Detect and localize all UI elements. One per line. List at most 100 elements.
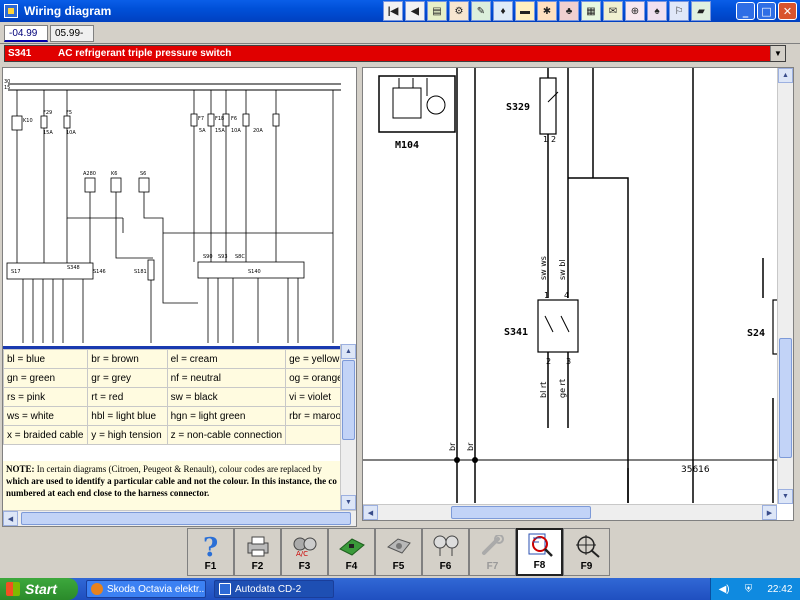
version-tab-2[interactable]: 05.99- xyxy=(50,25,94,42)
f9-pointer-button[interactable]: F9 xyxy=(563,528,610,576)
rail-15-label: 15 xyxy=(4,85,10,91)
print-icon xyxy=(243,533,273,559)
f7-wrench-button[interactable]: F7 xyxy=(469,528,516,576)
detail-diagram[interactable]: M104 S329 S341 S24 1 2 1 4 2 3 35616 sw … xyxy=(363,68,778,506)
fuse-rating-3: 5A xyxy=(199,128,206,134)
f18-label: F18 xyxy=(215,116,224,122)
scroll-up-icon[interactable]: ▲ xyxy=(778,68,793,83)
scroll-right-icon[interactable]: ▶ xyxy=(762,505,777,520)
f2-print-button[interactable]: F2 xyxy=(234,528,281,576)
scroll-down-icon[interactable]: ▼ xyxy=(341,495,356,510)
wire-label-br-1: br xyxy=(448,442,457,451)
right-hscroll[interactable]: ◀ ▶ xyxy=(363,504,777,520)
prev-page-button[interactable]: ◀ xyxy=(405,1,425,21)
toolbar-tool-4-icon[interactable]: ♦ xyxy=(493,1,513,21)
scroll-left-icon[interactable]: ◀ xyxy=(363,505,378,520)
dropdown-arrow-icon[interactable]: ▼ xyxy=(770,46,785,61)
legend-table: bl = blue br = brown el = cream ge = yellow… xyxy=(3,349,355,445)
toolbar-tool-11-icon[interactable]: ♠ xyxy=(647,1,667,21)
toolbar-tool-3-icon[interactable]: ✎ xyxy=(471,1,491,21)
component-select[interactable]: S341 AC refrigerant triple pressure swit… xyxy=(4,45,786,62)
component-code: S341 xyxy=(8,48,32,59)
left-vscroll-thumb[interactable] xyxy=(342,360,355,440)
note-label: NOTE: xyxy=(6,464,35,474)
detail-diagram-panel: M104 S329 S341 S24 1 2 1 4 2 3 35616 sw … xyxy=(362,67,794,521)
f5-label: F5 xyxy=(392,561,405,572)
legend-cell: y = high tension xyxy=(87,425,168,445)
s146-label: S146 xyxy=(93,269,106,275)
toolbar-tool-12-icon[interactable]: ⚐ xyxy=(669,1,689,21)
right-hscroll-thumb[interactable] xyxy=(451,506,591,519)
overview-diagram[interactable]: 30 15 K10 F29 F5 A280 K6 S6 F7 F18 F6 S1… xyxy=(3,68,343,346)
s6-label: S6 xyxy=(140,171,146,177)
pin-label-3: 1 xyxy=(544,291,549,300)
f6-gauges-button[interactable]: F6 xyxy=(422,528,469,576)
minimize-button[interactable]: _ xyxy=(736,2,755,20)
fuse-rating-4: 15A xyxy=(215,128,225,134)
f8-zoom-diagram-button[interactable]: F8 xyxy=(516,528,563,576)
s329-label: S329 xyxy=(506,102,530,113)
legend-cell: gr = grey xyxy=(87,368,168,388)
legend-note: NOTE: In certain diagrams (Citroen, Peug… xyxy=(3,461,355,513)
toolbar-tool-9-icon[interactable]: ✉ xyxy=(603,1,623,21)
taskbar-item-autodata[interactable]: Autodata CD-2 xyxy=(214,580,334,598)
wire-label-br-2: br xyxy=(466,442,475,451)
wire-label-bl-rt: bl rt xyxy=(539,382,548,398)
toolbar-tool-2-icon[interactable]: ⚙ xyxy=(449,1,469,21)
right-vscroll[interactable]: ▲ ▼ xyxy=(777,68,793,504)
legend-cell: gn = green xyxy=(3,368,89,388)
s140-label: S140 xyxy=(248,269,261,275)
f1-help-button[interactable]: ? F1 xyxy=(187,528,234,576)
first-page-button[interactable]: |◀ xyxy=(383,1,403,21)
f1-label: F1 xyxy=(204,561,217,572)
toolbar-tool-5-icon[interactable]: ▬ xyxy=(515,1,535,21)
toolbar-tool-1-icon[interactable]: ▤ xyxy=(427,1,447,21)
toolbar-tool-8-icon[interactable]: ▦ xyxy=(581,1,601,21)
f9-label: F9 xyxy=(580,561,593,572)
version-tab-1[interactable]: -04.99 xyxy=(4,25,48,42)
component-description: AC refrigerant triple pressure switch xyxy=(58,48,232,59)
scroll-down-icon[interactable]: ▼ xyxy=(778,489,793,504)
fuse-rating-2: 10A xyxy=(66,130,76,136)
fuse-rating-6: 20A xyxy=(253,128,263,134)
toolbar-tool-6-icon[interactable]: ✱ xyxy=(537,1,557,21)
autodata-icon xyxy=(219,583,231,595)
maximize-button[interactable]: □ xyxy=(757,2,776,20)
security-icon[interactable]: ⛨ xyxy=(745,584,753,595)
left-vscroll[interactable]: ▲ ▼ xyxy=(340,344,356,510)
clock[interactable]: 22:42 xyxy=(767,584,792,595)
legend-cell: sw = black xyxy=(166,387,287,407)
start-button[interactable]: Start xyxy=(0,578,78,600)
svg-text:?: ? xyxy=(203,534,218,558)
toolbar: |◀ ◀ ▤ ⚙ ✎ ♦ ▬ ✱ ♣ ▦ ✉ ⊕ ♠ ⚐ ▰ xyxy=(383,1,711,21)
legend-row: x = braided cable y = high tension z = non… xyxy=(3,425,355,445)
scroll-left-icon[interactable]: ◀ xyxy=(3,511,18,526)
f8-label: F8 xyxy=(533,560,546,571)
legend-cell: el = cream xyxy=(166,349,287,369)
close-button[interactable]: ✕ xyxy=(778,2,797,20)
f3-label: F3 xyxy=(298,561,311,572)
toolbar-tool-10-icon[interactable]: ⊕ xyxy=(625,1,645,21)
f6-label: F6 xyxy=(439,561,452,572)
f4-board-button[interactable]: F4 xyxy=(328,528,375,576)
reference-number: 35616 xyxy=(681,465,710,475)
toolbar-tool-7-icon[interactable]: ♣ xyxy=(559,1,579,21)
start-label: Start xyxy=(25,581,57,597)
legend-cell: rs = pink xyxy=(3,387,89,407)
taskbar: Start Skoda Octavia elektr... Autodata C… xyxy=(0,578,800,600)
function-key-bar: ? F1 F2 A/C F3 F4 F5 F6 F7 F8 F9 xyxy=(187,528,610,576)
app-icon xyxy=(4,4,18,18)
s341-label: S341 xyxy=(504,327,528,338)
taskbar-item-skoda[interactable]: Skoda Octavia elektr... xyxy=(86,580,206,598)
wrench-icon xyxy=(478,533,508,559)
left-hscroll[interactable]: ◀ xyxy=(3,510,356,526)
f5-component-button[interactable]: F5 xyxy=(375,528,422,576)
scroll-up-icon[interactable]: ▲ xyxy=(341,344,356,359)
toolbar-tool-13-icon[interactable]: ▰ xyxy=(691,1,711,21)
left-hscroll-thumb[interactable] xyxy=(21,512,351,525)
right-vscroll-thumb[interactable] xyxy=(779,338,792,458)
f2-label: F2 xyxy=(251,561,264,572)
volume-icon[interactable]: ◀) xyxy=(719,584,730,595)
component-icon xyxy=(384,533,414,559)
f3-ac-button[interactable]: A/C F3 xyxy=(281,528,328,576)
